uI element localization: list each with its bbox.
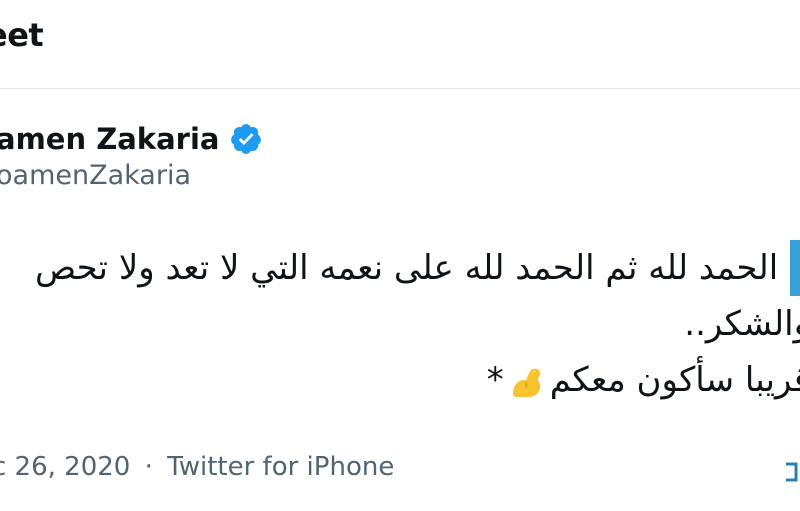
tweet-source[interactable]: Twitter for iPhone (167, 452, 394, 482)
tweet-line-1: م الحمد لله ثم الحمد لله على نعمه التي ل… (34, 248, 800, 288)
flexed-biceps-icon (506, 361, 548, 403)
author-name-row[interactable]: amen Zakaria (0, 122, 263, 156)
watermark-logo-icon (784, 460, 798, 484)
meta-separator: · (144, 452, 153, 482)
tweet-line-3-text: قريبا سأكون معكم (549, 360, 800, 400)
watermark-edge (790, 240, 800, 296)
verified-badge-icon (229, 122, 263, 156)
tweet-meta: c 26, 2020 · Twitter for iPhone (0, 452, 394, 482)
tweet-detail-view: eet amen Zakaria oamenZakaria م الحمد لل… (0, 0, 800, 511)
page-title: eet (0, 16, 44, 54)
tweet-text: م الحمد لله ثم الحمد لله على نعمه التي ل… (0, 240, 800, 408)
author-name[interactable]: amen Zakaria (0, 122, 219, 156)
tweet-line-3: قريبا سأكون معكم * (0, 352, 800, 408)
tweet-line-2: والشكر.. (684, 304, 800, 344)
trailing-star: * (486, 360, 504, 400)
tweet-date[interactable]: c 26, 2020 (0, 452, 130, 482)
header-divider (0, 88, 800, 89)
author-handle[interactable]: oamenZakaria (0, 160, 191, 191)
